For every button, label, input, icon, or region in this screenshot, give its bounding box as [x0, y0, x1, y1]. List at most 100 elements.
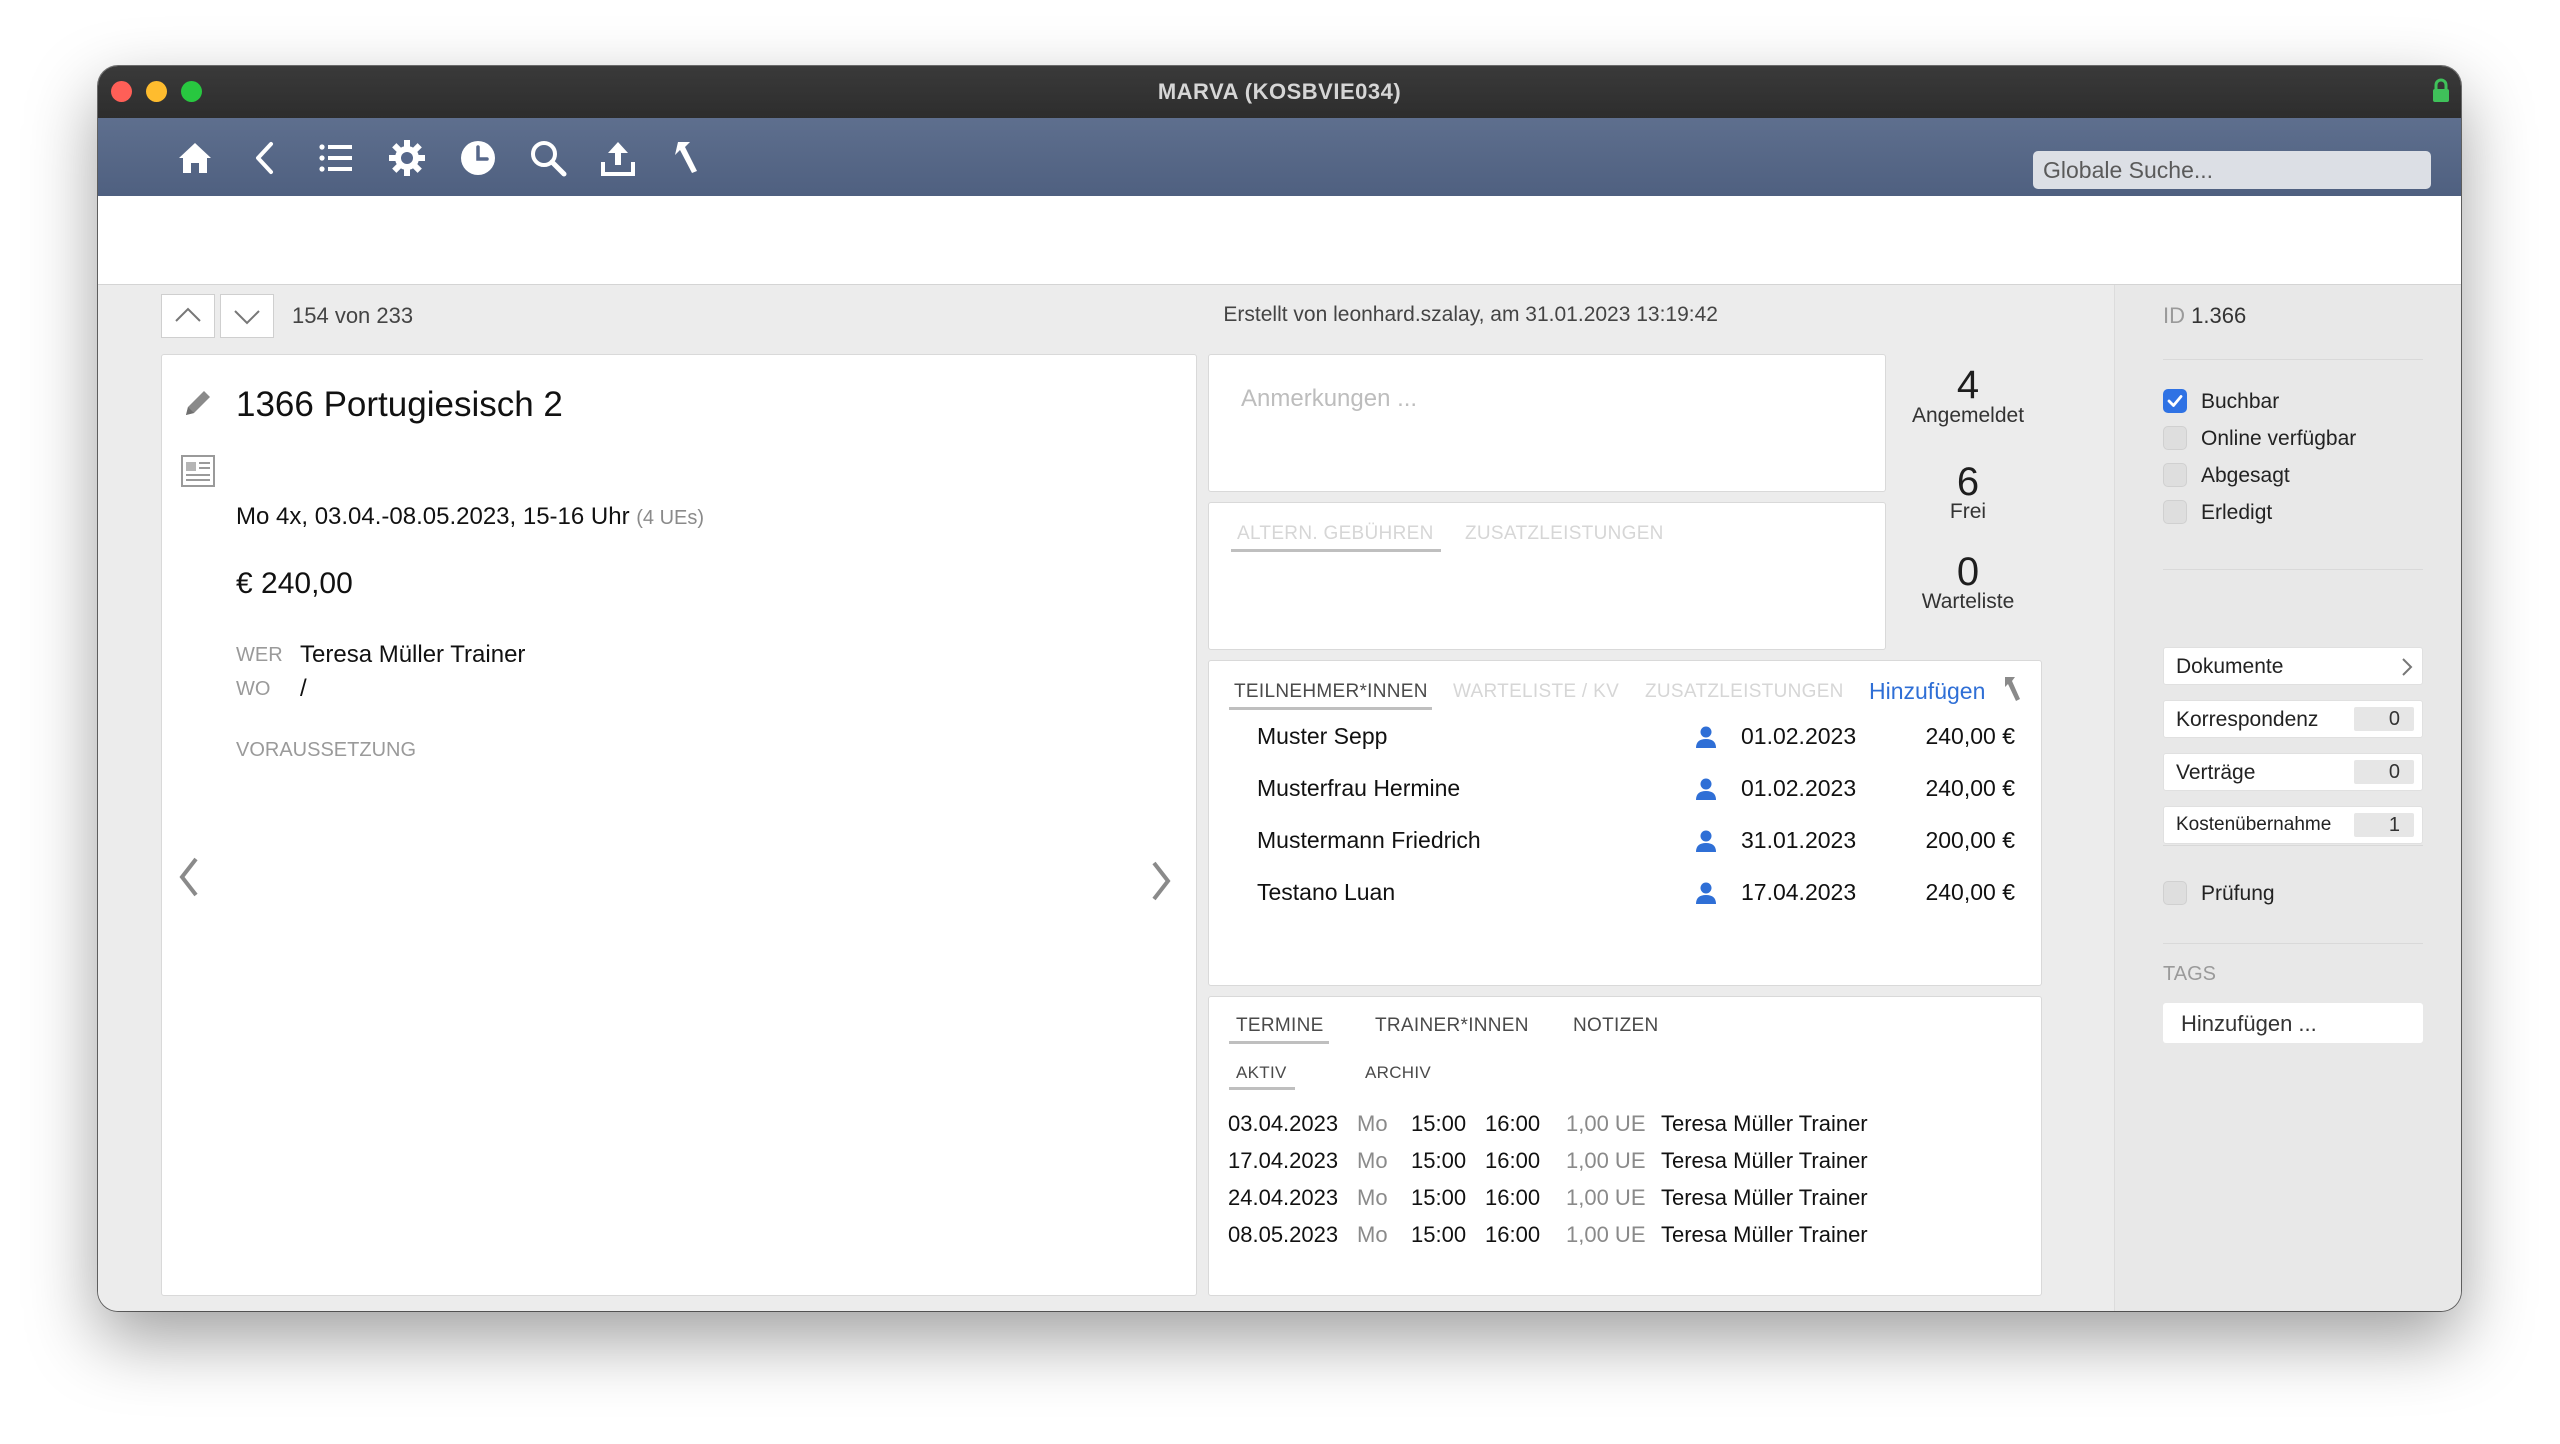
participant-row[interactable]: Musterfrau Hermine 01.02.2023 240,00 €	[1209, 767, 2041, 807]
schedule-ue: 1,00 UE	[1566, 1111, 1646, 1136]
subtab-archiv[interactable]: ARCHIV	[1365, 1063, 1431, 1083]
schedule-start: 15:00	[1411, 1148, 1467, 1173]
wer-value[interactable]: Teresa Müller Trainer	[300, 641, 525, 669]
link-vertrge[interactable]: Verträge 0	[2163, 753, 2423, 791]
return-icon[interactable]	[668, 138, 708, 178]
link-kostenbernahme[interactable]: Kostenübernahme 1	[2163, 806, 2423, 844]
course-title: 1366 Portugiesisch 2	[236, 385, 563, 424]
person-icon	[1695, 777, 1717, 801]
window-title: MARVA (KOSBVIE034)	[1157, 79, 1402, 104]
schedule-day: Mo	[1357, 1185, 1388, 1210]
link-dokumente[interactable]: Dokumente	[2163, 647, 2423, 685]
link-count: 0	[2354, 760, 2414, 784]
schedule-end: 16:00	[1485, 1222, 1541, 1247]
wer-label: WER	[236, 644, 283, 666]
add-tag-field[interactable]: Hinzufügen ...	[2163, 1003, 2423, 1043]
pruefung-label: Prüfung	[2201, 882, 2275, 905]
chevron-left-icon[interactable]	[174, 855, 204, 899]
remarks-placeholder: Anmerkungen ...	[1241, 385, 1418, 412]
status-checkbox[interactable]	[2163, 389, 2187, 413]
tab-zusatzleistungen-fees[interactable]: ZUSATZLEISTUNGEN	[1465, 523, 1664, 545]
tab-warteliste[interactable]: WARTELISTE / KV	[1453, 681, 1619, 703]
link-label: Kostenübernahme	[2176, 814, 2332, 835]
schedule-date: 17.04.2023	[1228, 1148, 1339, 1173]
schedule-row[interactable]: 24.04.2023 Mo 15:00 16:00 1,00 UE Teresa Müll…	[1209, 1179, 2041, 1213]
fees-card: ALTERN. GEBÜHREN ZUSATZLEISTUNGEN	[1208, 502, 1886, 650]
stat-registered-count: 4	[1956, 363, 1980, 407]
tab-zusatzleistungen[interactable]: ZUSATZLEISTUNGEN	[1645, 681, 1844, 703]
course-schedule: Mo 4x, 03.04.-08.05.2023, 15-16 Uhr (4 U…	[236, 503, 704, 531]
divider	[2163, 569, 2423, 570]
schedule-ue: 1,00 UE	[1566, 1185, 1646, 1210]
lock-icon	[2431, 78, 2451, 104]
schedule-date: 08.05.2023	[1228, 1222, 1339, 1247]
add-participant-link[interactable]: Hinzufügen	[1869, 678, 1985, 705]
next-record-button[interactable]	[220, 294, 274, 338]
list-icon[interactable]	[316, 138, 356, 178]
title-bar: MARVA (KOSBVIE034)	[98, 66, 2461, 119]
participant-row[interactable]: Testano Luan 17.04.2023 240,00 €	[1209, 871, 2041, 911]
stat-free-count: 6	[1956, 460, 1980, 504]
stat-registered-label: Angemeldet	[1911, 404, 2025, 427]
upload-icon[interactable]	[598, 138, 638, 178]
remarks-card[interactable]: Anmerkungen ...	[1208, 354, 1886, 492]
gear-icon[interactable]	[387, 138, 427, 178]
divider	[2163, 359, 2423, 360]
subtab-underline	[1229, 1087, 1295, 1090]
schedule-card: TERMINE TRAINER*INNEN NOTIZEN AKTIV ARCH…	[1208, 996, 2042, 1296]
pruefung-checkbox[interactable]	[2163, 881, 2187, 905]
tab-notizen[interactable]: NOTIZEN	[1573, 1015, 1659, 1037]
tab-trainer[interactable]: TRAINER*INNEN	[1375, 1015, 1529, 1037]
participant-row[interactable]: Muster Sepp 01.02.2023 240,00 €	[1209, 715, 2041, 755]
global-search-input[interactable]	[2033, 151, 2431, 189]
chevron-right-icon[interactable]	[1146, 859, 1176, 903]
participant-amount: 240,00 €	[1925, 723, 2015, 749]
tab-altern-gebuehren[interactable]: ALTERN. GEBÜHREN	[1237, 523, 1434, 545]
home-icon[interactable]	[175, 138, 215, 178]
record-id: ID 1.366	[2163, 303, 2246, 329]
participant-amount: 200,00 €	[1925, 827, 2015, 853]
edit-icon[interactable]	[180, 385, 216, 421]
schedule-trainer: Teresa Müller Trainer	[1661, 1185, 1868, 1210]
link-korrespondenz[interactable]: Korrespondenz 0	[2163, 700, 2423, 738]
ues-text: (4 UEs)	[636, 507, 705, 529]
previous-record-button[interactable]	[161, 294, 215, 338]
schedule-end: 16:00	[1485, 1185, 1541, 1210]
status-checkbox[interactable]	[2163, 463, 2187, 487]
tab-termine[interactable]: TERMINE	[1236, 1015, 1324, 1037]
stat-waitlist-label: Warteliste	[1921, 590, 2015, 613]
right-sidebar: ID 1.366 Buchbar Online verfügbar Abgesagt…	[2114, 285, 2461, 1311]
person-icon	[1695, 881, 1717, 905]
registration-date: 31.01.2023	[1741, 827, 1857, 853]
participant-row[interactable]: Mustermann Friedrich 31.01.2023 200,00 €	[1209, 819, 2041, 859]
id-label: ID	[2163, 303, 2185, 328]
schedule-row[interactable]: 17.04.2023 Mo 15:00 16:00 1,00 UE Teresa Müll…	[1209, 1142, 2041, 1176]
subtab-aktiv[interactable]: AKTIV	[1236, 1063, 1287, 1083]
schedule-row[interactable]: 08.05.2023 Mo 15:00 16:00 1,00 UE Teresa Müll…	[1209, 1216, 2041, 1250]
return-icon[interactable]	[2001, 675, 2025, 703]
id-value: 1.366	[2191, 303, 2247, 328]
search-icon[interactable]	[528, 138, 568, 178]
participant-amount: 240,00 €	[1925, 775, 2015, 801]
stat-free-label: Frei	[1949, 500, 1987, 523]
wo-value[interactable]: /	[300, 675, 307, 703]
status-checkbox[interactable]	[2163, 426, 2187, 450]
header-strip	[98, 196, 2461, 285]
schedule-day: Mo	[1357, 1222, 1388, 1247]
document-icon[interactable]	[180, 453, 216, 489]
clock-icon[interactable]	[458, 138, 498, 178]
status-checkbox[interactable]	[2163, 500, 2187, 524]
registration-date: 01.02.2023	[1741, 723, 1857, 749]
schedule-date: 24.04.2023	[1228, 1185, 1339, 1210]
participant-name: Testano Luan	[1257, 879, 1396, 905]
link-label: Verträge	[2176, 761, 2256, 784]
participants-card: TEILNEHMER*INNEN WARTELISTE / KV ZUSATZL…	[1208, 660, 2042, 986]
schedule-row[interactable]: 03.04.2023 Mo 15:00 16:00 1,00 UE Teresa Müll…	[1209, 1105, 2041, 1139]
tab-teilnehmer[interactable]: TEILNEHMER*INNEN	[1234, 681, 1428, 703]
schedule-ue: 1,00 UE	[1566, 1148, 1646, 1173]
stat-waitlist-count: 0	[1956, 550, 1980, 594]
tab-underline	[1229, 707, 1432, 710]
main-content: 154 von 233 Erstellt von leonhard.szalay…	[98, 285, 2114, 1311]
back-icon[interactable]	[246, 138, 286, 178]
link-label: Korrespondenz	[2176, 708, 2319, 731]
